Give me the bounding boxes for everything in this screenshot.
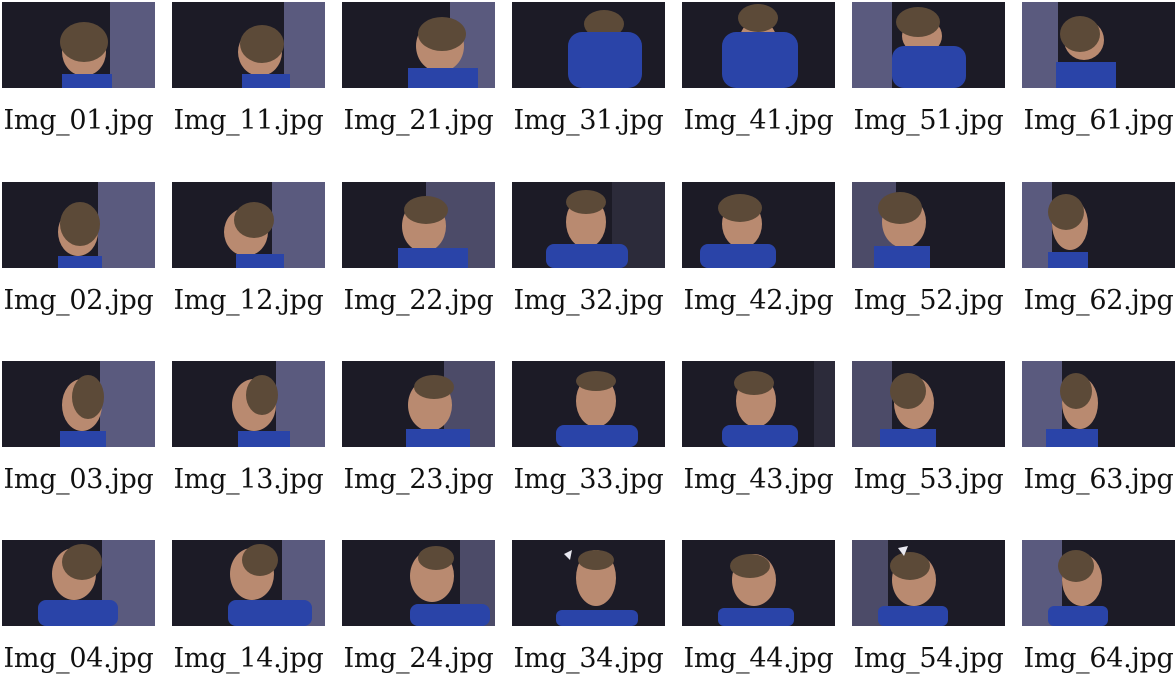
thumbnail-image[interactable] <box>172 2 325 88</box>
thumbnail-image[interactable] <box>512 361 665 447</box>
thumbnail-filename: Img_62.jpg <box>1023 285 1174 316</box>
thumbnail-image[interactable] <box>172 182 325 268</box>
thumbnail-filename: Img_61.jpg <box>1023 105 1174 136</box>
thumbnail-image[interactable] <box>2 182 155 268</box>
thumbnail-filename: Img_41.jpg <box>683 105 834 136</box>
gallery-item[interactable]: Img_31.jpg <box>511 1 665 151</box>
thumbnail-filename: Img_53.jpg <box>853 464 1004 495</box>
thumbnail-filename: Img_43.jpg <box>683 464 834 495</box>
thumbnail-filename: Img_52.jpg <box>853 285 1004 316</box>
thumbnail-filename: Img_54.jpg <box>853 643 1004 674</box>
thumbnail-image[interactable] <box>342 540 495 626</box>
gallery-item[interactable]: Img_51.jpg <box>851 1 1005 151</box>
thumbnail-image[interactable] <box>682 2 835 88</box>
gallery-item[interactable]: Img_12.jpg <box>171 181 325 331</box>
thumbnail-filename: Img_13.jpg <box>173 464 324 495</box>
gallery-item[interactable]: Img_14.jpg <box>171 539 325 689</box>
gallery-item[interactable]: Img_22.jpg <box>341 181 495 331</box>
thumbnail-filename: Img_34.jpg <box>513 643 664 674</box>
thumbnail-image[interactable] <box>1022 182 1175 268</box>
thumbnail-image[interactable] <box>172 361 325 447</box>
gallery-item[interactable]: Img_13.jpg <box>171 360 325 510</box>
thumbnail-image[interactable] <box>682 361 835 447</box>
thumbnail-image[interactable] <box>2 361 155 447</box>
thumbnail-image[interactable] <box>2 2 155 88</box>
thumbnail-image[interactable] <box>852 361 1005 447</box>
gallery-item[interactable]: Img_54.jpg <box>851 539 1005 689</box>
thumbnail-filename: Img_22.jpg <box>343 285 494 316</box>
thumbnail-filename: Img_03.jpg <box>3 464 154 495</box>
thumbnail-filename: Img_32.jpg <box>513 285 664 316</box>
thumbnail-filename: Img_63.jpg <box>1023 464 1174 495</box>
gallery-item[interactable]: Img_33.jpg <box>511 360 665 510</box>
thumbnail-image[interactable] <box>1022 361 1175 447</box>
thumbnail-filename: Img_44.jpg <box>683 643 834 674</box>
thumbnail-filename: Img_01.jpg <box>3 105 154 136</box>
gallery-item[interactable]: Img_21.jpg <box>341 1 495 151</box>
thumbnail-filename: Img_42.jpg <box>683 285 834 316</box>
gallery-item[interactable]: Img_02.jpg <box>1 181 155 331</box>
thumbnail-image[interactable] <box>172 540 325 626</box>
thumbnail-filename: Img_12.jpg <box>173 285 324 316</box>
thumbnail-filename: Img_04.jpg <box>3 643 154 674</box>
thumbnail-image[interactable] <box>2 540 155 626</box>
thumbnail-filename: Img_21.jpg <box>343 105 494 136</box>
thumbnail-image[interactable] <box>1022 540 1175 626</box>
thumbnail-filename: Img_14.jpg <box>173 643 324 674</box>
gallery-item[interactable]: Img_24.jpg <box>341 539 495 689</box>
gallery-item[interactable]: Img_64.jpg <box>1021 539 1175 689</box>
thumbnail-filename: Img_51.jpg <box>853 105 1004 136</box>
thumbnail-image[interactable] <box>682 540 835 626</box>
gallery-item[interactable]: Img_34.jpg <box>511 539 665 689</box>
thumbnail-image[interactable] <box>682 182 835 268</box>
image-gallery: Img_01.jpg Img_11.jpg Img_21.jpg Img_31.… <box>0 0 1175 678</box>
thumbnail-filename: Img_31.jpg <box>513 105 664 136</box>
gallery-item[interactable]: Img_11.jpg <box>171 1 325 151</box>
gallery-item[interactable]: Img_53.jpg <box>851 360 1005 510</box>
thumbnail-filename: Img_24.jpg <box>343 643 494 674</box>
thumbnail-image[interactable] <box>342 2 495 88</box>
gallery-item[interactable]: Img_23.jpg <box>341 360 495 510</box>
thumbnail-image[interactable] <box>1022 2 1175 88</box>
thumbnail-image[interactable] <box>852 2 1005 88</box>
thumbnail-image[interactable] <box>512 2 665 88</box>
gallery-item[interactable]: Img_01.jpg <box>1 1 155 151</box>
thumbnail-filename: Img_11.jpg <box>173 105 324 136</box>
gallery-item[interactable]: Img_42.jpg <box>681 181 835 331</box>
gallery-item[interactable]: Img_52.jpg <box>851 181 1005 331</box>
thumbnail-filename: Img_02.jpg <box>3 285 154 316</box>
gallery-item[interactable]: Img_63.jpg <box>1021 360 1175 510</box>
gallery-item[interactable]: Img_41.jpg <box>681 1 835 151</box>
gallery-item[interactable]: Img_03.jpg <box>1 360 155 510</box>
gallery-item[interactable]: Img_04.jpg <box>1 539 155 689</box>
thumbnail-image[interactable] <box>852 182 1005 268</box>
gallery-item[interactable]: Img_43.jpg <box>681 360 835 510</box>
thumbnail-filename: Img_64.jpg <box>1023 643 1174 674</box>
gallery-item[interactable]: Img_32.jpg <box>511 181 665 331</box>
thumbnail-filename: Img_33.jpg <box>513 464 664 495</box>
thumbnail-image[interactable] <box>342 361 495 447</box>
thumbnail-filename: Img_23.jpg <box>343 464 494 495</box>
thumbnail-image[interactable] <box>852 540 1005 626</box>
thumbnail-image[interactable] <box>512 540 665 626</box>
gallery-item[interactable]: Img_44.jpg <box>681 539 835 689</box>
thumbnail-image[interactable] <box>512 182 665 268</box>
thumbnail-image[interactable] <box>342 182 495 268</box>
gallery-item[interactable]: Img_61.jpg <box>1021 1 1175 151</box>
gallery-item[interactable]: Img_62.jpg <box>1021 181 1175 331</box>
